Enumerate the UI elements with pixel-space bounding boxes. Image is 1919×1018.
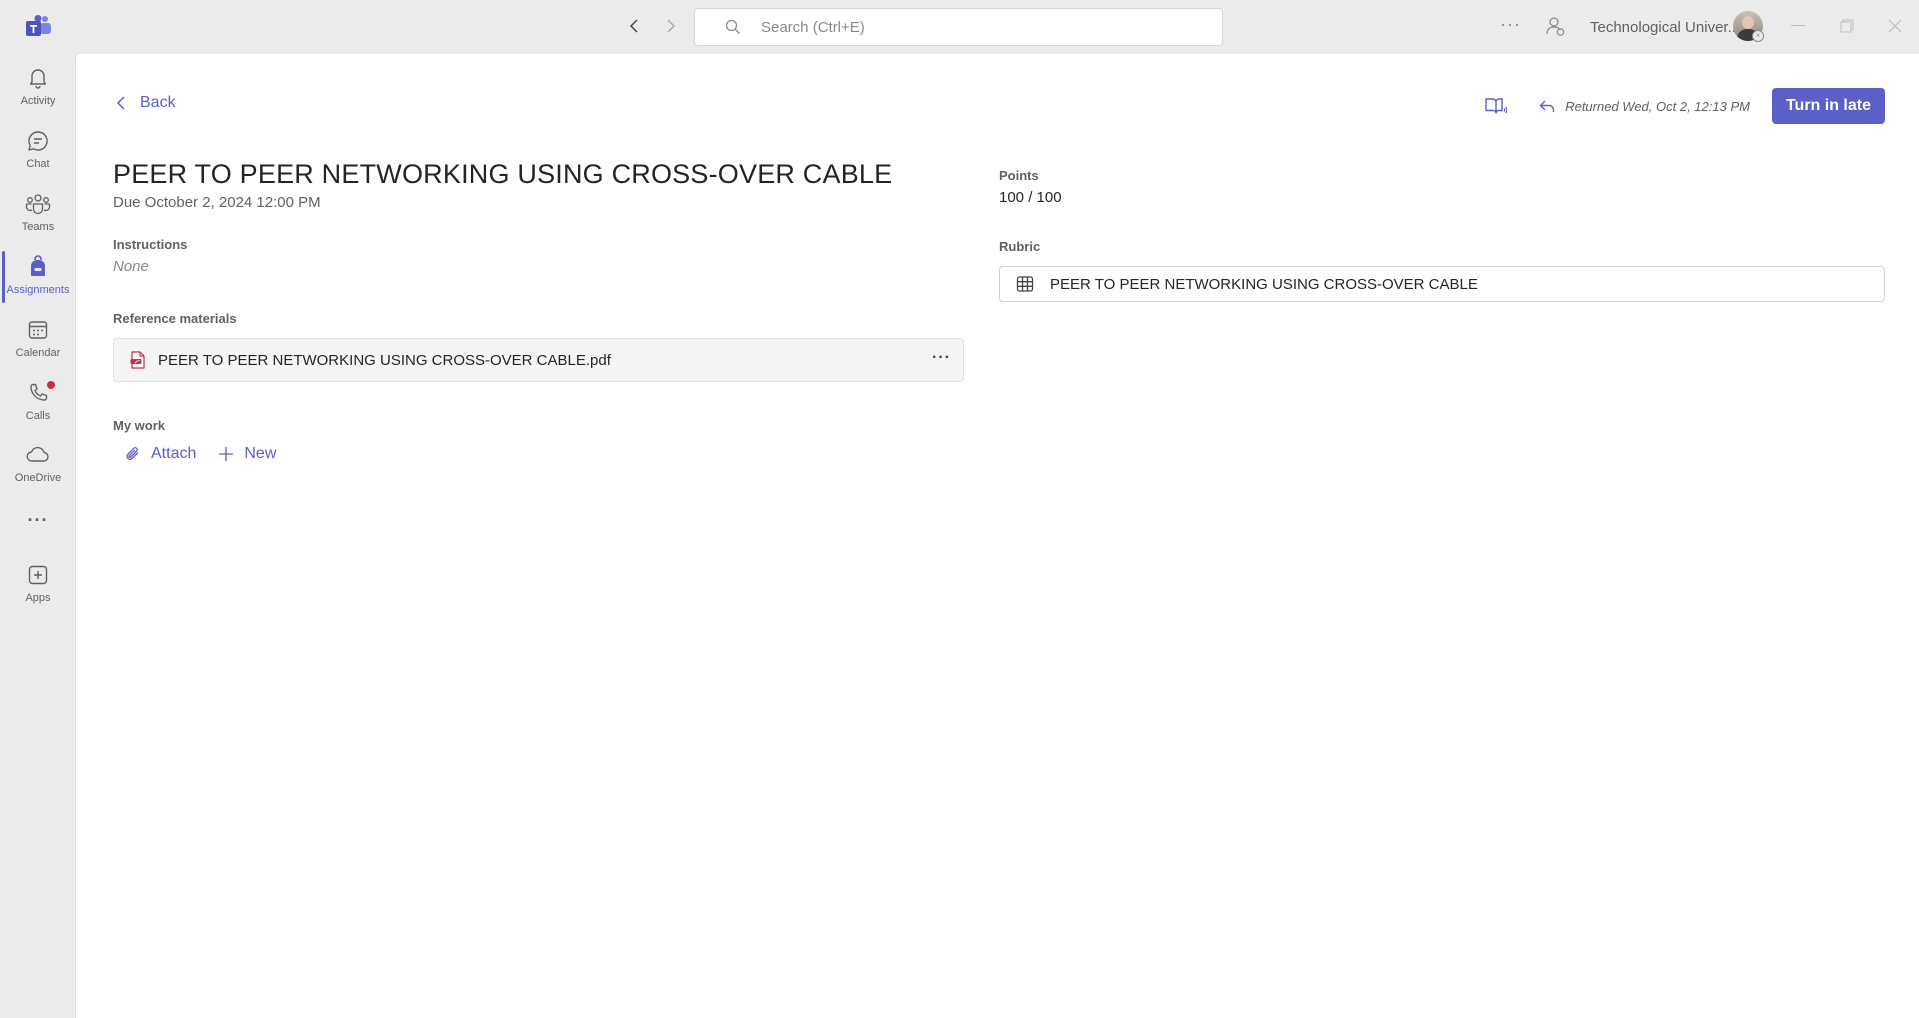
new-label: New	[244, 445, 277, 462]
calendar-icon	[28, 321, 48, 339]
add-apps-icon	[28, 565, 48, 585]
rail-item-apps[interactable]: Apps	[0, 557, 76, 615]
teams-icon	[25, 194, 51, 215]
return-arrow-icon	[1539, 100, 1555, 112]
back-label: Back	[140, 94, 176, 111]
table-grid-icon	[1016, 276, 1034, 292]
header-actions: Returned Wed, Oct 2, 12:13 PM Turn in la…	[1485, 88, 1885, 124]
back-button[interactable]: Back	[116, 94, 176, 112]
attach-button[interactable]: Attach	[125, 445, 196, 463]
organization-name[interactable]: Technological Univer...	[1590, 19, 1740, 36]
attach-label: Attach	[151, 445, 197, 462]
assignment-details: PEER TO PEER NETWORKING USING CROSS-OVER…	[113, 159, 964, 463]
rail-label: Calls	[25, 410, 51, 422]
presence-status-icon: ×	[1752, 30, 1764, 42]
rail-label: Teams	[21, 221, 55, 233]
more-apps-button[interactable]: ···	[0, 510, 76, 540]
chevron-left-icon	[116, 96, 125, 110]
my-work-actions: Attach New	[113, 445, 964, 463]
more-options-icon[interactable]: ···	[1500, 14, 1521, 35]
instructions-value: None	[113, 258, 149, 275]
rail-label: Activity	[20, 95, 56, 107]
rail-label: Chat	[26, 158, 50, 170]
rail-item-calendar[interactable]: Calendar	[0, 312, 76, 370]
plus-icon	[219, 447, 234, 461]
returned-status: Returned Wed, Oct 2, 12:13 PM	[1539, 99, 1750, 114]
notification-badge	[47, 381, 55, 389]
turn-in-late-button[interactable]: Turn in late	[1771, 88, 1885, 124]
grading-panel: Points 100 / 100 Rubric PEER TO PEER NET…	[999, 168, 1885, 302]
points-label: Points	[999, 168, 1039, 183]
my-work-label: My work	[113, 418, 166, 433]
rail-label: Calendar	[15, 347, 61, 359]
back-arrow-icon[interactable]	[624, 16, 644, 36]
points-value: 100 / 100	[999, 189, 1062, 206]
app-rail: Activity Chat Teams Assignments Calendar…	[0, 54, 76, 1018]
rail-item-teams[interactable]: Teams	[0, 186, 76, 244]
rubric-label: Rubric	[999, 239, 1041, 254]
people-status-icon[interactable]	[1544, 15, 1566, 37]
title-bar: ··· Technological Univer... ×	[0, 0, 1919, 54]
rubric-card[interactable]: PEER TO PEER NETWORKING USING CROSS-OVER…	[999, 266, 1885, 302]
more-icon: ···	[27, 510, 49, 530]
rail-item-activity[interactable]: Activity	[0, 60, 76, 118]
rail-item-assignments[interactable]: Assignments	[0, 249, 76, 307]
search-box[interactable]	[694, 8, 1223, 46]
rail-item-calls[interactable]: Calls	[0, 375, 76, 433]
assignment-title: PEER TO PEER NETWORKING USING CROSS-OVER…	[113, 159, 893, 189]
backpack-icon	[31, 255, 45, 276]
chat-icon	[28, 131, 48, 151]
cloud-icon	[26, 446, 49, 462]
pdf-file-icon	[130, 351, 145, 369]
returned-text: Returned Wed, Oct 2, 12:13 PM	[1565, 98, 1750, 114]
rubric-name[interactable]: PEER TO PEER NETWORKING USING CROSS-OVER…	[1050, 276, 1478, 293]
immersive-reader-icon[interactable]	[1485, 96, 1508, 116]
teams-logo-icon[interactable]	[26, 15, 52, 37]
rail-label: Apps	[25, 592, 51, 604]
instructions-label: Instructions	[113, 237, 188, 252]
search-input[interactable]	[761, 18, 1161, 36]
minimize-icon[interactable]	[1786, 14, 1810, 38]
restore-icon[interactable]	[1835, 14, 1859, 38]
bell-icon	[29, 69, 47, 89]
assignment-detail-pane: Back Returned Wed, Oct 2, 12:13 PM Turn …	[76, 54, 1919, 1018]
due-date: Due October 2, 2024 12:00 PM	[113, 194, 321, 211]
search-icon	[725, 19, 740, 34]
reference-materials-label: Reference materials	[113, 311, 237, 326]
rail-label: OneDrive	[14, 472, 62, 484]
forward-arrow-icon[interactable]	[661, 16, 681, 36]
reference-file-name[interactable]: PEER TO PEER NETWORKING USING CROSS-OVER…	[158, 352, 611, 369]
reference-file-card[interactable]: PEER TO PEER NETWORKING USING CROSS-OVER…	[113, 338, 964, 382]
rail-item-onedrive[interactable]: OneDrive	[0, 437, 76, 495]
rail-label: Assignments	[6, 284, 70, 296]
close-icon[interactable]	[1883, 14, 1907, 38]
new-button[interactable]: New	[218, 445, 276, 463]
rail-item-chat[interactable]: Chat	[0, 123, 76, 181]
paperclip-icon	[126, 447, 139, 460]
file-more-options-icon[interactable]: ···	[932, 349, 951, 367]
